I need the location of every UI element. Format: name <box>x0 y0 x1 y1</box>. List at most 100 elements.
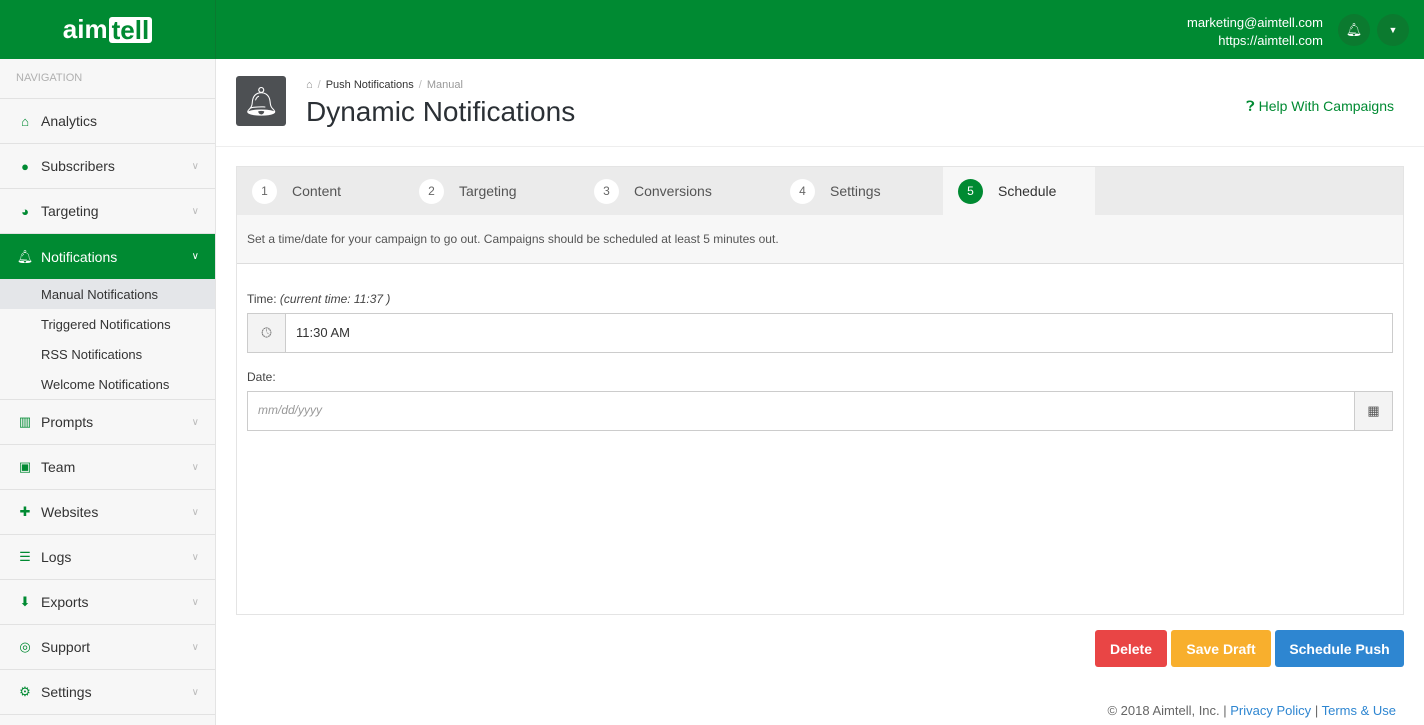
privacy-policy-link[interactable]: Privacy Policy <box>1230 703 1311 718</box>
main-content: 🔔︎ ⌂ / Push Notifications / Manual Dynamic N… <box>216 59 1424 725</box>
chevron-down-icon: ∨ <box>191 205 199 217</box>
tab-label: Targeting <box>459 183 517 199</box>
sidebar-item-logs[interactable]: ☰ Logs ∨ <box>0 535 215 580</box>
page-header: 🔔︎ ⌂ / Push Notifications / Manual Dynamic N… <box>216 59 1424 147</box>
sidebar-item-targeting[interactable]: ◕ Targeting ∨ <box>0 189 215 234</box>
sidebar-item-label: Analytics <box>41 113 98 129</box>
chevron-down-icon: ∨ <box>191 686 199 698</box>
breadcrumb-manual: Manual <box>426 79 463 91</box>
sidebar-subitem-welcome[interactable]: Welcome Notifications <box>0 369 215 399</box>
chevron-down-icon: ∨ <box>191 596 199 608</box>
download-icon: ⬇ <box>19 594 31 609</box>
account-info: marketing@aimtell.com https://aimtell.co… <box>1187 14 1323 50</box>
chevron-down-icon: ∨ <box>191 416 199 428</box>
tab-label: Settings <box>830 183 881 199</box>
chevron-down-icon: ∨ <box>191 506 199 518</box>
tab-label: Conversions <box>634 183 712 199</box>
account-dropdown-button[interactable]: ▼ <box>1377 14 1409 46</box>
chevron-down-icon: ∨ <box>191 641 199 653</box>
logo-text: aim <box>62 14 108 44</box>
breadcrumb-push-notifications[interactable]: Push Notifications <box>326 79 414 91</box>
tab-label: Schedule <box>998 183 1057 199</box>
bell-icon: 🔔︎ <box>1345 22 1363 37</box>
sidebar-item-label: Websites <box>41 504 99 520</box>
tab-content[interactable]: 1 Content <box>237 167 404 215</box>
notifications-submenu: Manual Notifications Triggered Notificat… <box>0 279 215 400</box>
home-icon: ⌂ <box>21 113 29 129</box>
help-with-campaigns-link[interactable]: ❓︎ Help With Campaigns <box>1246 98 1394 115</box>
wizard-tabs: 1 Content 2 Targeting 3 Conversions 4 Settin… <box>237 167 1403 215</box>
sidebar-subitem-manual[interactable]: Manual Notifications <box>0 279 215 309</box>
time-input-group: 🕓︎ 11:30 AM <box>247 313 1393 353</box>
bell-icon: 🔔︎ <box>16 248 34 264</box>
tab-targeting[interactable]: 2 Targeting <box>404 167 579 215</box>
chevron-down-icon: ∨ <box>191 461 199 473</box>
aimtell-logo[interactable]: aim tell <box>0 0 216 59</box>
sidebar-item-label: Support <box>41 639 91 655</box>
sidebar-item-label: Exports <box>41 594 89 610</box>
help-link-label: Help With Campaigns <box>1258 98 1394 114</box>
sidebar-item-support[interactable]: ◎ Support ∨ <box>0 625 215 670</box>
sidebar-item-settings[interactable]: ⚙ Settings ∨ <box>0 670 215 715</box>
sidebar-item-prompts[interactable]: ▥ Prompts ∨ <box>0 400 215 445</box>
top-header: aim tell marketing@aimtell.com https://ai… <box>0 0 1424 59</box>
save-draft-button[interactable]: Save Draft <box>1171 630 1271 667</box>
logo-text-tell: tell <box>108 16 153 43</box>
sidebar-item-label: Subscribers <box>41 158 115 174</box>
sidebar-item-label: Logs <box>41 549 72 565</box>
breadcrumb: ⌂ / Push Notifications / Manual <box>306 79 463 91</box>
sidebar-item-analytics[interactable]: ⌂ Analytics <box>0 99 215 144</box>
account-site: https://aimtell.com <box>1218 33 1323 48</box>
sidebar-item-exports[interactable]: ⬇ Exports ∨ <box>0 580 215 625</box>
tab-label: Content <box>292 183 342 199</box>
chevron-down-icon: ∨ <box>191 160 199 172</box>
badge-icon: ▣ <box>18 459 32 474</box>
nav-heading: NAVIGATION <box>0 59 215 99</box>
sidebar-item-notifications[interactable]: 🔔︎ Notifications ∨ <box>0 234 215 279</box>
footer: © 2018 Aimtell, Inc. | Privacy Policy | … <box>1107 703 1396 718</box>
map-icon: ▥ <box>18 414 32 429</box>
gears-icon: ⚙ <box>19 684 31 699</box>
time-label: Time: (current time: 11:37 ) <box>247 292 390 306</box>
step-number: 3 <box>594 178 619 204</box>
tab-conversions[interactable]: 3 Conversions <box>579 167 775 215</box>
account-email: marketing@aimtell.com <box>1186 15 1323 30</box>
time-label-text: Time: <box>247 292 277 306</box>
current-time: (current time: 11:37 ) <box>279 292 391 306</box>
step-number: 2 <box>419 178 444 204</box>
sidebar-item-team[interactable]: ▣ Team ∨ <box>0 445 215 490</box>
sidebar-item-subscribers[interactable]: ● Subscribers ∨ <box>0 144 215 189</box>
caret-down-icon: ▼ <box>1388 25 1398 35</box>
date-input[interactable]: mm/dd/yyyy <box>248 392 1354 430</box>
chevron-down-icon: ∨ <box>191 551 199 563</box>
sidebar-subitem-rss[interactable]: RSS Notifications <box>0 339 215 369</box>
users-icon: ● <box>21 158 29 174</box>
puzzle-icon: ✚ <box>19 504 31 519</box>
clock-icon[interactable]: 🕓︎ <box>248 314 286 352</box>
campaign-wizard: 1 Content 2 Targeting 3 Conversions 4 Settin… <box>236 166 1404 615</box>
question-circle-icon: ❓︎ <box>1246 98 1255 114</box>
list-icon: ☰ <box>19 549 31 564</box>
pie-chart-icon: ◕ <box>21 203 29 219</box>
sidebar-item-label: Targeting <box>41 203 99 219</box>
sidebar-item-websites[interactable]: ✚ Websites ∨ <box>0 490 215 535</box>
tab-schedule[interactable]: 5 Schedule <box>943 167 1095 215</box>
schedule-push-button[interactable]: Schedule Push <box>1275 630 1404 667</box>
step-number: 5 <box>958 178 983 204</box>
sidebar-item-label: Notifications <box>41 248 118 265</box>
sidebar-item-label: Settings <box>41 684 92 700</box>
time-input[interactable]: 11:30 AM <box>286 314 1392 352</box>
step-number: 4 <box>790 178 815 204</box>
calendar-icon[interactable]: ▦ <box>1354 392 1392 430</box>
terms-link[interactable]: Terms & Use <box>1322 703 1396 718</box>
sidebar-item-label: Prompts <box>41 414 94 430</box>
notifications-bell-button[interactable]: 🔔︎ <box>1338 14 1370 46</box>
sidebar-subitem-triggered[interactable]: Triggered Notifications <box>0 309 215 339</box>
schedule-info: Set a time/date for your campaign to go … <box>237 215 1403 264</box>
chevron-down-icon: ∨ <box>191 251 199 262</box>
home-icon[interactable]: ⌂ <box>306 79 313 91</box>
sidebar-item-label: Team <box>41 459 76 475</box>
delete-button[interactable]: Delete <box>1095 630 1167 667</box>
tab-settings[interactable]: 4 Settings <box>775 167 943 215</box>
date-label: Date: <box>247 370 276 384</box>
